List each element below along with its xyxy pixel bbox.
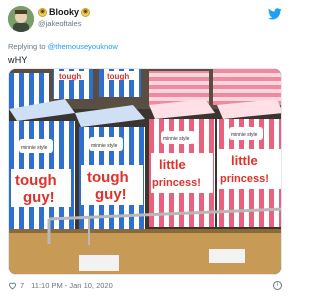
- tweet-card: ◉ Blooky ◉ @jakeoftales Replying to @the…: [0, 0, 291, 300]
- svg-text:tough: tough: [59, 72, 81, 81]
- svg-text:princess!: princess!: [220, 173, 269, 185]
- avatar[interactable]: [8, 6, 34, 32]
- svg-text:guy!: guy!: [95, 186, 127, 203]
- svg-text:minnie style: minnie style: [21, 145, 48, 151]
- reply-context: Replying to @themouseyouknow: [8, 42, 118, 51]
- emoji-icon: ◉: [38, 7, 47, 17]
- timestamp[interactable]: 11:10 PM - Jan 10, 2020: [31, 281, 273, 290]
- like-count: 7: [20, 281, 25, 290]
- tweet-photo[interactable]: tough tough tough guy! minnie style toug…: [8, 68, 282, 275]
- svg-text:minnie style: minnie style: [231, 132, 258, 138]
- author-name-row: ◉ Blooky ◉: [38, 7, 91, 17]
- tweet-text: wHY: [8, 55, 28, 65]
- tweet-date: Jan 10, 2020: [69, 281, 113, 290]
- display-name[interactable]: Blooky: [49, 7, 79, 17]
- tweet-time: 11:10 PM: [31, 281, 63, 290]
- blue-box-label: tough: [15, 172, 57, 189]
- twitter-bird-icon[interactable]: [268, 8, 282, 20]
- svg-text:tough: tough: [87, 169, 129, 186]
- svg-text:little: little: [231, 153, 258, 168]
- svg-text:princess!: princess!: [152, 177, 201, 189]
- svg-text:minnie style: minnie style: [163, 136, 190, 142]
- info-icon[interactable]: i: [273, 281, 282, 290]
- store-shelf-photo: tough tough tough guy! minnie style toug…: [9, 69, 281, 274]
- tweet-footer: 7 11:10 PM - Jan 10, 2020 i: [8, 281, 282, 290]
- svg-text:guy!: guy!: [23, 189, 55, 206]
- heart-icon[interactable]: [8, 281, 17, 290]
- svg-text:minnie style: minnie style: [91, 143, 118, 149]
- reply-prefix: Replying to: [8, 42, 46, 51]
- pink-box-label: little: [159, 157, 186, 172]
- svg-text:tough: tough: [107, 72, 129, 81]
- author-handle[interactable]: @jakeoftales: [38, 19, 81, 28]
- emoji-icon: ◉: [81, 7, 91, 17]
- reply-mention-link[interactable]: @themouseyouknow: [48, 42, 118, 51]
